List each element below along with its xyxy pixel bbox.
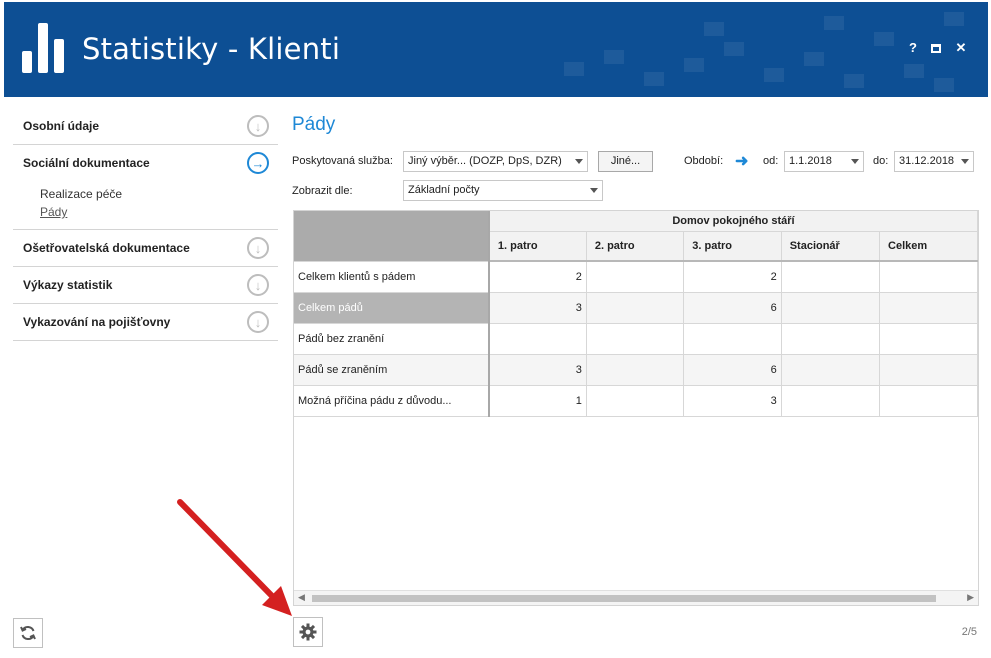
- app-title: Statistiky - Klienti: [82, 32, 341, 66]
- table-cell[interactable]: [586, 292, 685, 324]
- table-cell[interactable]: 3: [683, 385, 782, 417]
- chevron-down-icon: [575, 159, 583, 164]
- grid-corner: [294, 211, 490, 262]
- table-cell[interactable]: [781, 354, 881, 386]
- table-cell[interactable]: 1: [488, 385, 587, 417]
- table-row[interactable]: Celkem pádů 3 6: [294, 292, 978, 324]
- table-cell[interactable]: [879, 292, 978, 324]
- sidebar-item-vykazovani-na-pojistovny[interactable]: Vykazování na pojišťovny ↓: [13, 304, 278, 341]
- sidebar-subitem-realizace-pece[interactable]: Realizace péče: [40, 185, 278, 203]
- sidebar-item-label: Ošetřovatelská dokumentace: [23, 241, 190, 255]
- period-label: Období:: [684, 155, 724, 167]
- display-label: Zobrazit dle:: [292, 185, 353, 197]
- page-title: Pády: [292, 114, 336, 135]
- table-row[interactable]: Celkem klientů s pádem 2 2: [294, 261, 978, 293]
- table-cell[interactable]: [879, 261, 978, 293]
- row-header[interactable]: Pádů bez zranění: [294, 323, 490, 355]
- column-header[interactable]: 3. patro: [683, 231, 782, 262]
- sidebar-item-label: Osobní údaje: [23, 119, 100, 133]
- column-header[interactable]: 1. patro: [488, 231, 587, 262]
- to-date-picker[interactable]: 31.12.2018: [894, 151, 974, 172]
- display-select-value: Základní počty: [408, 184, 480, 196]
- sidebar: Osobní údaje ↓ Sociální dokumentace → Re…: [13, 108, 278, 341]
- table-cell[interactable]: [879, 323, 978, 355]
- sidebar-item-vykazy-statistik[interactable]: Výkazy statistik ↓: [13, 267, 278, 304]
- group-header: Domov pokojného stáří: [488, 211, 978, 232]
- row-header[interactable]: Pádů se zraněním: [294, 354, 490, 386]
- table-cell[interactable]: 3: [488, 354, 587, 386]
- column-header[interactable]: Celkem: [879, 231, 978, 262]
- arrow-down-circle-icon[interactable]: ↓: [247, 311, 269, 333]
- table-cell[interactable]: 3: [488, 292, 587, 324]
- arrow-down-circle-icon[interactable]: ↓: [247, 115, 269, 137]
- table-cell[interactable]: [781, 323, 881, 355]
- display-select[interactable]: Základní počty: [403, 180, 603, 201]
- from-label: od:: [763, 155, 779, 167]
- service-select[interactable]: Jiný výběr... (DOZP, DpS, DZR): [403, 151, 588, 172]
- help-button[interactable]: ?: [905, 40, 921, 56]
- row-header[interactable]: Možná příčina pádu z důvodu...: [294, 385, 490, 417]
- table-cell[interactable]: [781, 292, 881, 324]
- annotation-arrow-icon: [177, 499, 292, 616]
- table-cell[interactable]: [586, 261, 685, 293]
- table-row[interactable]: Pádů bez zranění: [294, 323, 978, 355]
- sidebar-subitem-pady[interactable]: Pády: [40, 203, 278, 221]
- sidebar-item-label: Výkazy statistik: [23, 278, 113, 292]
- sidebar-item-socialni-dokumentace[interactable]: Sociální dokumentace → Realizace péče Pá…: [13, 145, 278, 230]
- table-cell[interactable]: [586, 323, 685, 355]
- table-cell[interactable]: [683, 323, 782, 355]
- app-logo-icon: [22, 23, 66, 73]
- table-cell[interactable]: 6: [683, 354, 782, 386]
- table-row[interactable]: Pádů se zraněním 3 6: [294, 354, 978, 386]
- scrollbar-thumb[interactable]: [312, 595, 936, 602]
- refresh-icon: [20, 625, 36, 641]
- from-date-picker[interactable]: 1.1.2018: [784, 151, 864, 172]
- close-button[interactable]: ✕: [953, 40, 969, 56]
- statistics-grid[interactable]: Domov pokojného stáří 1. patro 2. patro …: [293, 210, 979, 606]
- other-button[interactable]: Jiné...: [598, 151, 653, 172]
- chevron-down-icon: [851, 159, 859, 164]
- table-cell[interactable]: [586, 354, 685, 386]
- maximize-icon: [931, 44, 941, 54]
- horizontal-scrollbar[interactable]: ◀ ▶: [294, 590, 978, 605]
- page-indicator: 2/5: [961, 626, 977, 638]
- table-cell[interactable]: [781, 261, 881, 293]
- sidebar-item-label: Vykazování na pojišťovny: [23, 315, 171, 329]
- column-header[interactable]: 2. patro: [586, 231, 685, 262]
- table-cell[interactable]: [488, 323, 587, 355]
- table-cell[interactable]: 2: [488, 261, 587, 293]
- sidebar-item-osobni-udaje[interactable]: Osobní údaje ↓: [13, 108, 278, 145]
- from-date-value: 1.1.2018: [789, 155, 832, 167]
- scroll-right-icon[interactable]: ▶: [967, 592, 974, 603]
- sidebar-item-osetrovatelska-dokumentace[interactable]: Ošetřovatelská dokumentace ↓: [13, 230, 278, 267]
- service-select-value: Jiný výběr... (DOZP, DpS, DZR): [408, 155, 562, 167]
- title-bar: Statistiky - Klienti ? ✕: [4, 2, 988, 97]
- arrow-down-circle-icon[interactable]: ↓: [247, 274, 269, 296]
- table-cell[interactable]: [781, 385, 881, 417]
- table-cell[interactable]: 2: [683, 261, 782, 293]
- table-cell[interactable]: [879, 354, 978, 386]
- table-row[interactable]: Možná příčina pádu z důvodu... 1 3: [294, 385, 978, 417]
- maximize-button[interactable]: [928, 40, 944, 56]
- table-cell[interactable]: [879, 385, 978, 417]
- refresh-button[interactable]: [13, 618, 43, 648]
- row-header[interactable]: Celkem pádů: [294, 292, 490, 324]
- to-label: do:: [873, 155, 889, 167]
- table-cell[interactable]: 6: [683, 292, 782, 324]
- table-cell[interactable]: [586, 385, 685, 417]
- column-header[interactable]: Stacionář: [781, 231, 881, 262]
- arrow-down-circle-icon[interactable]: ↓: [247, 237, 269, 259]
- chevron-down-icon: [590, 188, 598, 193]
- row-header[interactable]: Celkem klientů s pádem: [294, 261, 490, 293]
- gear-icon: [299, 623, 317, 641]
- arrow-right-icon: ➜: [735, 153, 749, 170]
- sidebar-item-label: Sociální dokumentace: [23, 156, 150, 170]
- arrow-right-circle-icon[interactable]: →: [247, 152, 269, 174]
- service-label: Poskytovaná služba:: [292, 155, 393, 167]
- chevron-down-icon: [961, 159, 969, 164]
- to-date-value: 31.12.2018: [899, 155, 955, 167]
